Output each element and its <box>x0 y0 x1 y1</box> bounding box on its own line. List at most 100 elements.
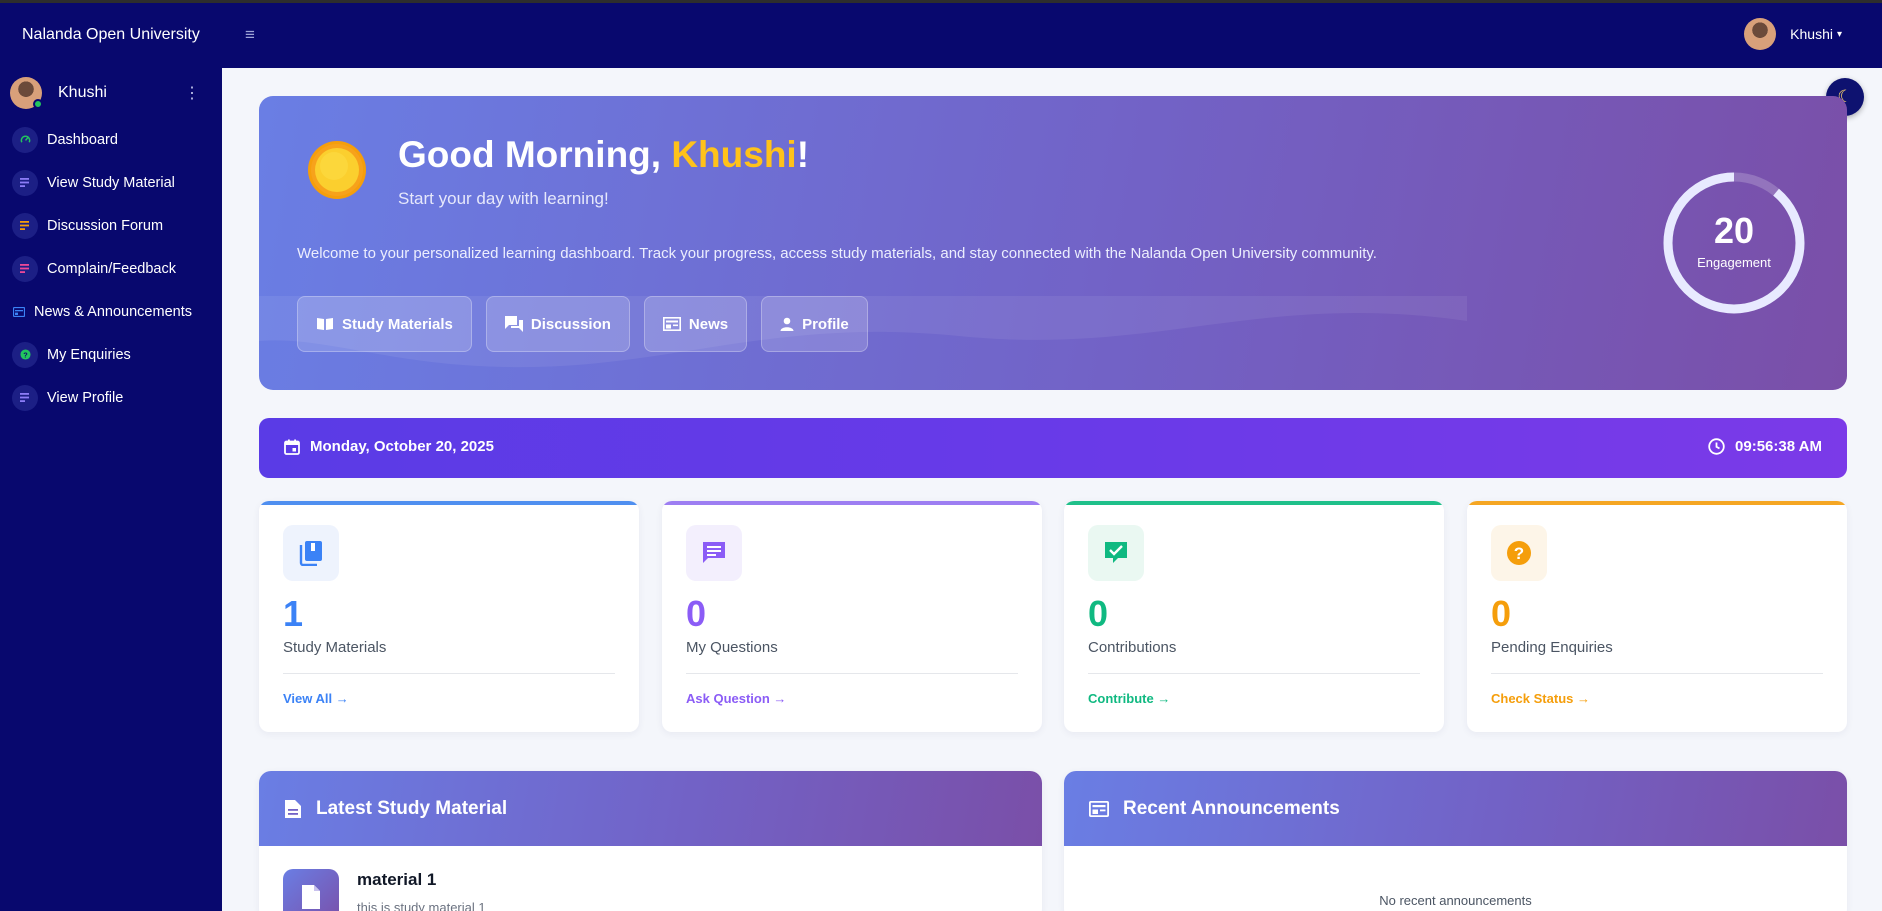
more-vertical-icon[interactable]: ⋮ <box>184 83 200 103</box>
news-button[interactable]: News <box>643 296 748 352</box>
sidebar-item-label: Discussion Forum <box>47 217 164 234</box>
stat-value: 0 <box>686 593 707 634</box>
sidebar-user-name: Khushi <box>58 84 107 101</box>
sidebar-item-complain-feedback[interactable]: Complain/Feedback <box>0 247 222 290</box>
engagement-label: Engagement <box>1697 255 1771 270</box>
sidebar: Khushi ⋮ Dashboard View Study Material D… <box>0 68 222 911</box>
avatar <box>1744 18 1777 50</box>
quick-links: Study Materials Discussion News Profile <box>297 296 868 352</box>
study-materials-button[interactable]: Study Materials <box>297 296 472 352</box>
hamburger-icon[interactable]: ≡ <box>245 25 255 45</box>
welcome-hero: Good Morning, Khushi! Start your day wit… <box>259 96 1847 390</box>
ask-question-link[interactable]: Ask Question → <box>686 691 786 706</box>
sidebar-item-label: View Profile <box>47 389 124 406</box>
button-label: Discussion <box>530 315 611 333</box>
sidebar-item-view-study-material[interactable]: View Study Material <box>0 161 222 204</box>
stat-value: 0 <box>1491 593 1512 634</box>
person-icon <box>780 317 794 331</box>
feedback-icon <box>12 255 38 282</box>
current-date: Monday, October 20, 2025 <box>284 438 494 455</box>
help-icon: ? <box>12 341 38 368</box>
panel-header: Recent Announcements <box>1064 771 1847 846</box>
newspaper-icon <box>662 317 681 331</box>
news-icon <box>12 305 26 319</box>
stat-label: Pending Enquiries <box>1491 639 1613 656</box>
sidebar-item-label: View Study Material <box>47 174 175 191</box>
sidebar-item-discussion-forum[interactable]: Discussion Forum <box>0 204 222 247</box>
greeting-suffix: ! <box>796 134 810 175</box>
sidebar-item-label: Dashboard <box>47 131 118 148</box>
current-time: 09:56:38 AM <box>1708 438 1822 455</box>
card-accent-bar <box>662 501 1042 505</box>
button-label: News <box>688 315 729 333</box>
profile-button[interactable]: Profile <box>761 296 868 352</box>
panel-header: Latest Study Material <box>259 771 1042 846</box>
document-icon <box>285 799 301 818</box>
sidebar-item-my-enquiries[interactable]: ? My Enquiries <box>0 333 222 376</box>
time-text: 09:56:38 AM <box>1735 438 1822 455</box>
forum-icon <box>12 212 38 239</box>
book-icon <box>283 525 339 581</box>
divider <box>686 673 1018 674</box>
link-label: View All <box>283 691 333 706</box>
chevron-down-icon: ▾ <box>1836 28 1842 40</box>
engagement-value: 20 <box>1713 210 1755 251</box>
panel-title: Latest Study Material <box>316 797 508 819</box>
stat-label: Contributions <box>1088 639 1177 656</box>
greeting-prefix: Good Morning, <box>398 134 672 175</box>
sun-icon <box>308 141 366 199</box>
sidebar-item-label: My Enquiries <box>47 346 131 363</box>
dashboard-icon <box>12 126 38 153</box>
welcome-text: Welcome to your personalized learning da… <box>297 245 1377 262</box>
stat-label: My Questions <box>686 639 778 656</box>
svg-text:?: ? <box>23 350 28 359</box>
card-accent-bar <box>259 501 639 505</box>
question-icon: ? <box>1491 525 1547 581</box>
discussion-button[interactable]: Discussion <box>485 296 630 352</box>
stat-card-contributions: 0 Contributions Contribute → <box>1064 501 1444 732</box>
date-time-bar: Monday, October 20, 2025 09:56:38 AM <box>259 418 1847 478</box>
recent-announcements-panel: Recent Announcements No recent announcem… <box>1064 771 1847 911</box>
sidebar-item-news-announcements[interactable]: News & Announcements <box>0 290 222 333</box>
list-icon <box>12 169 38 196</box>
stat-value: 0 <box>1088 593 1109 634</box>
arrow-right-icon: → <box>1577 691 1590 706</box>
list-icon <box>12 384 38 411</box>
view-all-link[interactable]: View All → <box>283 691 349 706</box>
arrow-right-icon: → <box>335 691 349 706</box>
brand-title[interactable]: Nalanda Open University <box>22 26 200 44</box>
contribute-link[interactable]: Contribute → <box>1088 691 1170 706</box>
sidebar-item-dashboard[interactable]: Dashboard <box>0 118 222 161</box>
svg-text:?: ? <box>1514 544 1524 563</box>
forum-icon <box>504 316 523 332</box>
stat-value: 1 <box>283 593 304 634</box>
avatar <box>10 77 43 109</box>
panel-title: Recent Announcements <box>1123 797 1340 819</box>
clock-icon <box>1708 438 1725 455</box>
card-accent-bar <box>1064 501 1444 505</box>
user-menu[interactable]: Khushi ▾ <box>1744 18 1842 50</box>
stat-card-pending-enquiries: ? 0 Pending Enquiries Check Status → <box>1467 501 1847 732</box>
book-open-icon <box>317 318 333 330</box>
chat-icon <box>686 525 742 581</box>
empty-state-text: No recent announcements <box>1379 893 1532 908</box>
button-label: Study Materials <box>342 315 453 333</box>
arrow-right-icon: → <box>773 691 787 706</box>
newspaper-icon <box>1089 800 1109 817</box>
file-icon <box>283 869 339 911</box>
check-chat-icon <box>1088 525 1144 581</box>
navbar: Nalanda Open University ≡ Khushi ▾ <box>0 3 1882 68</box>
check-status-link[interactable]: Check Status → <box>1491 691 1590 706</box>
online-status-dot <box>33 99 43 109</box>
stat-card-study-materials: 1 Study Materials View All → <box>259 501 639 732</box>
sidebar-item-view-profile[interactable]: View Profile <box>0 376 222 419</box>
sidebar-user[interactable]: Khushi ⋮ <box>0 68 222 118</box>
sidebar-item-label: Complain/Feedback <box>47 260 176 277</box>
date-text: Monday, October 20, 2025 <box>310 438 494 455</box>
stat-label: Study Materials <box>283 639 387 656</box>
link-label: Ask Question <box>686 691 770 706</box>
link-label: Contribute <box>1088 691 1154 706</box>
card-accent-bar <box>1467 501 1847 505</box>
material-title[interactable]: material 1 <box>357 870 436 890</box>
user-name: Khushi <box>1790 26 1833 42</box>
